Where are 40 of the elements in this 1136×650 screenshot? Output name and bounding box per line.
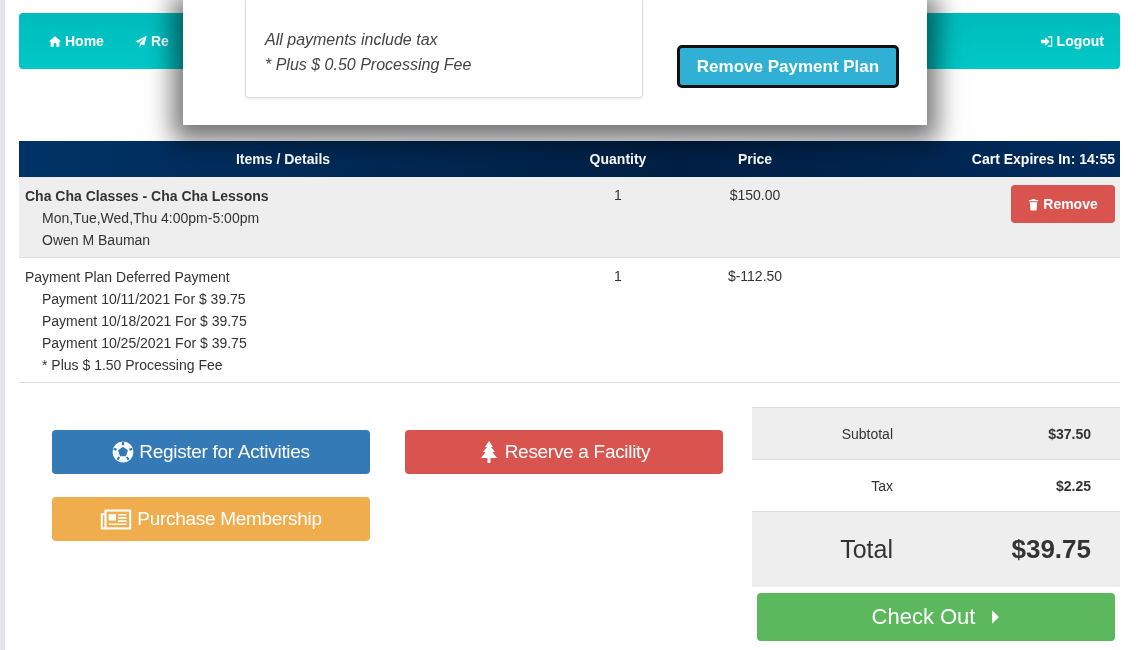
trash-icon (1028, 197, 1040, 211)
caret-right-icon (991, 610, 1001, 624)
column-header: Quantity (588, 151, 648, 167)
price-cell: $150.00 (729, 187, 781, 203)
note-text: * Plus $ 0.50 Processing Fee (265, 55, 473, 75)
checkout-button[interactable]: Check Out (757, 593, 1115, 641)
item-detail: Owen M Bauman (41, 231, 152, 250)
item-title: Payment Plan Deferred Payment (25, 268, 231, 287)
note-text: All payments include tax (265, 30, 439, 50)
item-detail: Payment 10/11/2021 For $ 39.75 (41, 290, 247, 309)
quantity-cell: 1 (614, 268, 622, 284)
soccer-ball-icon (112, 441, 135, 463)
total-value: $39.75 (1010, 534, 1091, 565)
newspaper-icon (100, 508, 133, 530)
action-button[interactable]: Register for Activities (52, 430, 370, 474)
remove-payment-plan-button[interactable]: Remove Payment Plan (677, 45, 899, 88)
nav-link[interactable]: Re (133, 33, 169, 49)
item-detail: Payment 10/25/2021 For $ 39.75 (41, 334, 248, 353)
item-detail: Payment 10/18/2021 For $ 39.75 (41, 312, 248, 331)
column-header: Items / Details (234, 151, 332, 167)
summary-value: $37.50 (1047, 425, 1091, 442)
remove-button[interactable]: Remove (1011, 185, 1115, 223)
sign-in-icon (1039, 34, 1054, 48)
action-button[interactable]: Purchase Membership (52, 497, 370, 541)
item-detail: Mon,Tue,Wed,Thu 4:00pm-5:00pm (41, 209, 261, 228)
home-icon (48, 34, 62, 48)
nav-link[interactable]: Home (48, 33, 104, 49)
item-title: Cha Cha Classes - Cha Cha Lessons (25, 187, 270, 206)
summary-label: Tax (870, 477, 893, 494)
price-cell: $-112.50 (727, 268, 783, 284)
item-detail: * Plus $ 1.50 Processing Fee (41, 356, 224, 375)
total-label: Total (839, 535, 893, 564)
quantity-cell: 1 (614, 187, 622, 203)
column-header: Price (736, 151, 774, 167)
action-button[interactable]: Reserve a Facility (405, 430, 723, 474)
logout-link[interactable]: Logout (1039, 33, 1104, 49)
cart-timer: Cart Expires In: 14:55 (970, 151, 1116, 167)
paper-plane-icon (133, 34, 148, 48)
summary-value: $2.25 (1054, 477, 1091, 494)
summary-label: Subtotal (840, 425, 893, 442)
